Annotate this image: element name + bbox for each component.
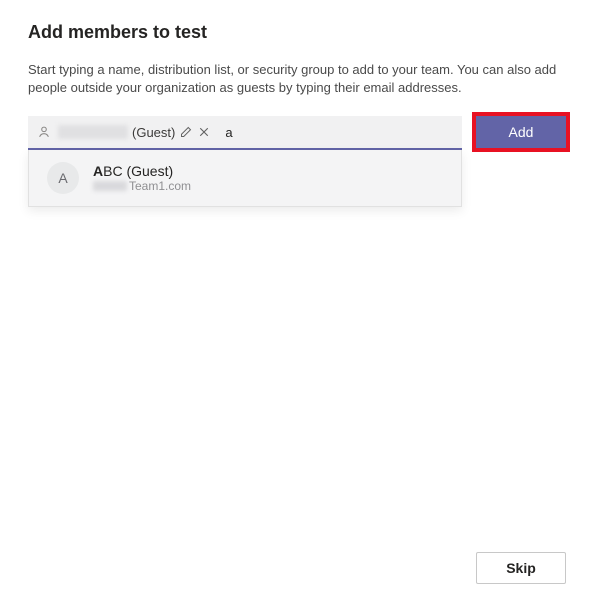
dialog-subtitle: Start typing a name, distribution list, … [28, 61, 566, 96]
suggestion-item[interactable]: A ABC (Guest) Team1.com [29, 150, 461, 206]
remove-chip-icon[interactable] [197, 125, 211, 139]
person-icon [36, 124, 52, 140]
edit-icon[interactable] [179, 125, 193, 139]
suggestion-name: ABC (Guest) [93, 163, 191, 179]
members-input-wrap: (Guest) A [28, 116, 462, 207]
add-button[interactable]: Add [476, 116, 566, 148]
suggestions-dropdown: A ABC (Guest) Team1.com [28, 150, 462, 207]
dialog-title: Add members to test [28, 22, 566, 43]
chip-suffix: (Guest) [132, 125, 175, 140]
chip-name-redacted [58, 125, 128, 139]
email-prefix-redacted [93, 181, 127, 191]
suggestion-text: ABC (Guest) Team1.com [93, 163, 191, 193]
dialog-footer: Skip [476, 552, 566, 584]
suggestion-email: Team1.com [93, 179, 191, 193]
add-members-dialog: Add members to test Start typing a name,… [0, 0, 594, 207]
skip-button[interactable]: Skip [476, 552, 566, 584]
search-input[interactable] [217, 124, 454, 141]
avatar: A [47, 162, 79, 194]
guest-chip[interactable]: (Guest) [58, 120, 211, 144]
members-input[interactable]: (Guest) [28, 116, 462, 150]
input-row: (Guest) A [28, 116, 566, 207]
